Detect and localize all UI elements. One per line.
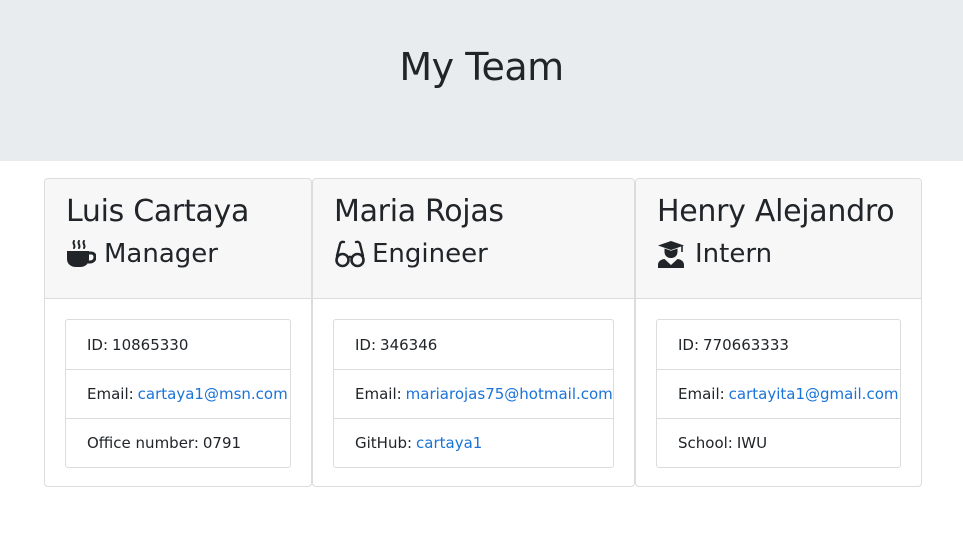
card-header: Maria Rojas Engineer	[313, 179, 634, 299]
email-label: Email:	[678, 385, 725, 403]
coffee-icon	[66, 240, 98, 268]
github-row: GitHub: cartaya1	[334, 418, 613, 467]
id-label: ID:	[355, 335, 377, 354]
email-row: Email: mariarojas75@hotmail.com	[334, 369, 613, 418]
email-label: Email:	[355, 385, 402, 403]
github-link[interactable]: cartaya1	[416, 434, 482, 452]
role-label: Engineer	[372, 239, 488, 269]
id-row: ID: 770663333	[657, 320, 900, 369]
employee-name: Maria Rojas	[334, 194, 504, 229]
email-row: Email: cartayita1@gmail.com	[657, 369, 900, 418]
page-header: My Team	[0, 0, 963, 161]
email-link[interactable]: mariarojas75@hotmail.com	[406, 385, 613, 403]
email-link[interactable]: cartaya1@msn.com	[138, 385, 288, 403]
employee-card-manager: Luis Cartaya Manager ID: 10865330 Email:…	[44, 178, 312, 487]
employee-role: Intern	[657, 240, 900, 268]
role-label: Intern	[695, 239, 773, 269]
email-link[interactable]: cartayita1@gmail.com	[729, 385, 899, 403]
office-number-label: Office number:	[87, 434, 199, 452]
card-body: ID: 10865330 Email: cartaya1@msn.com Off…	[45, 299, 311, 468]
office-number-row: Office number: 0791	[66, 418, 290, 467]
github-label: GitHub:	[355, 434, 413, 452]
card-body: ID: 346346 Email: mariarojas75@hotmail.c…	[313, 299, 634, 468]
card-body: ID: 770663333 Email: cartayita1@gmail.co…	[636, 299, 921, 468]
email-label: Email:	[87, 385, 134, 403]
school-label: School:	[678, 434, 733, 452]
employee-role: Engineer	[334, 240, 613, 268]
office-number-value: 0791	[202, 434, 242, 452]
card-header: Henry Alejandro Intern	[636, 179, 921, 299]
employee-card-engineer: Maria Rojas Engineer ID: 346346 Email: m…	[312, 178, 635, 487]
card-header: Luis Cartaya Manager	[45, 179, 311, 299]
id-value: 770663333	[703, 335, 789, 354]
employee-details: ID: 770663333 Email: cartayita1@gmail.co…	[656, 319, 901, 468]
glasses-icon	[334, 240, 366, 268]
school-row: School: IWU	[657, 418, 900, 467]
page-title: My Team	[399, 45, 564, 89]
id-value: 346346	[380, 335, 438, 354]
id-value: 10865330	[112, 335, 189, 354]
graduate-icon	[657, 240, 689, 268]
employee-name: Luis Cartaya	[66, 194, 250, 229]
school-value: IWU	[736, 434, 768, 452]
id-row: ID: 346346	[334, 320, 613, 369]
id-row: ID: 10865330	[66, 320, 290, 369]
employee-details: ID: 10865330 Email: cartaya1@msn.com Off…	[65, 319, 291, 468]
employee-card-intern: Henry Alejandro Intern ID: 770663333 Ema…	[635, 178, 922, 487]
role-label: Manager	[104, 239, 218, 269]
id-label: ID:	[678, 335, 700, 354]
email-row: Email: cartaya1@msn.com	[66, 369, 290, 418]
employee-role: Manager	[66, 240, 290, 268]
employee-details: ID: 346346 Email: mariarojas75@hotmail.c…	[333, 319, 614, 468]
id-label: ID:	[87, 335, 109, 354]
employee-name: Henry Alejandro	[657, 194, 895, 229]
